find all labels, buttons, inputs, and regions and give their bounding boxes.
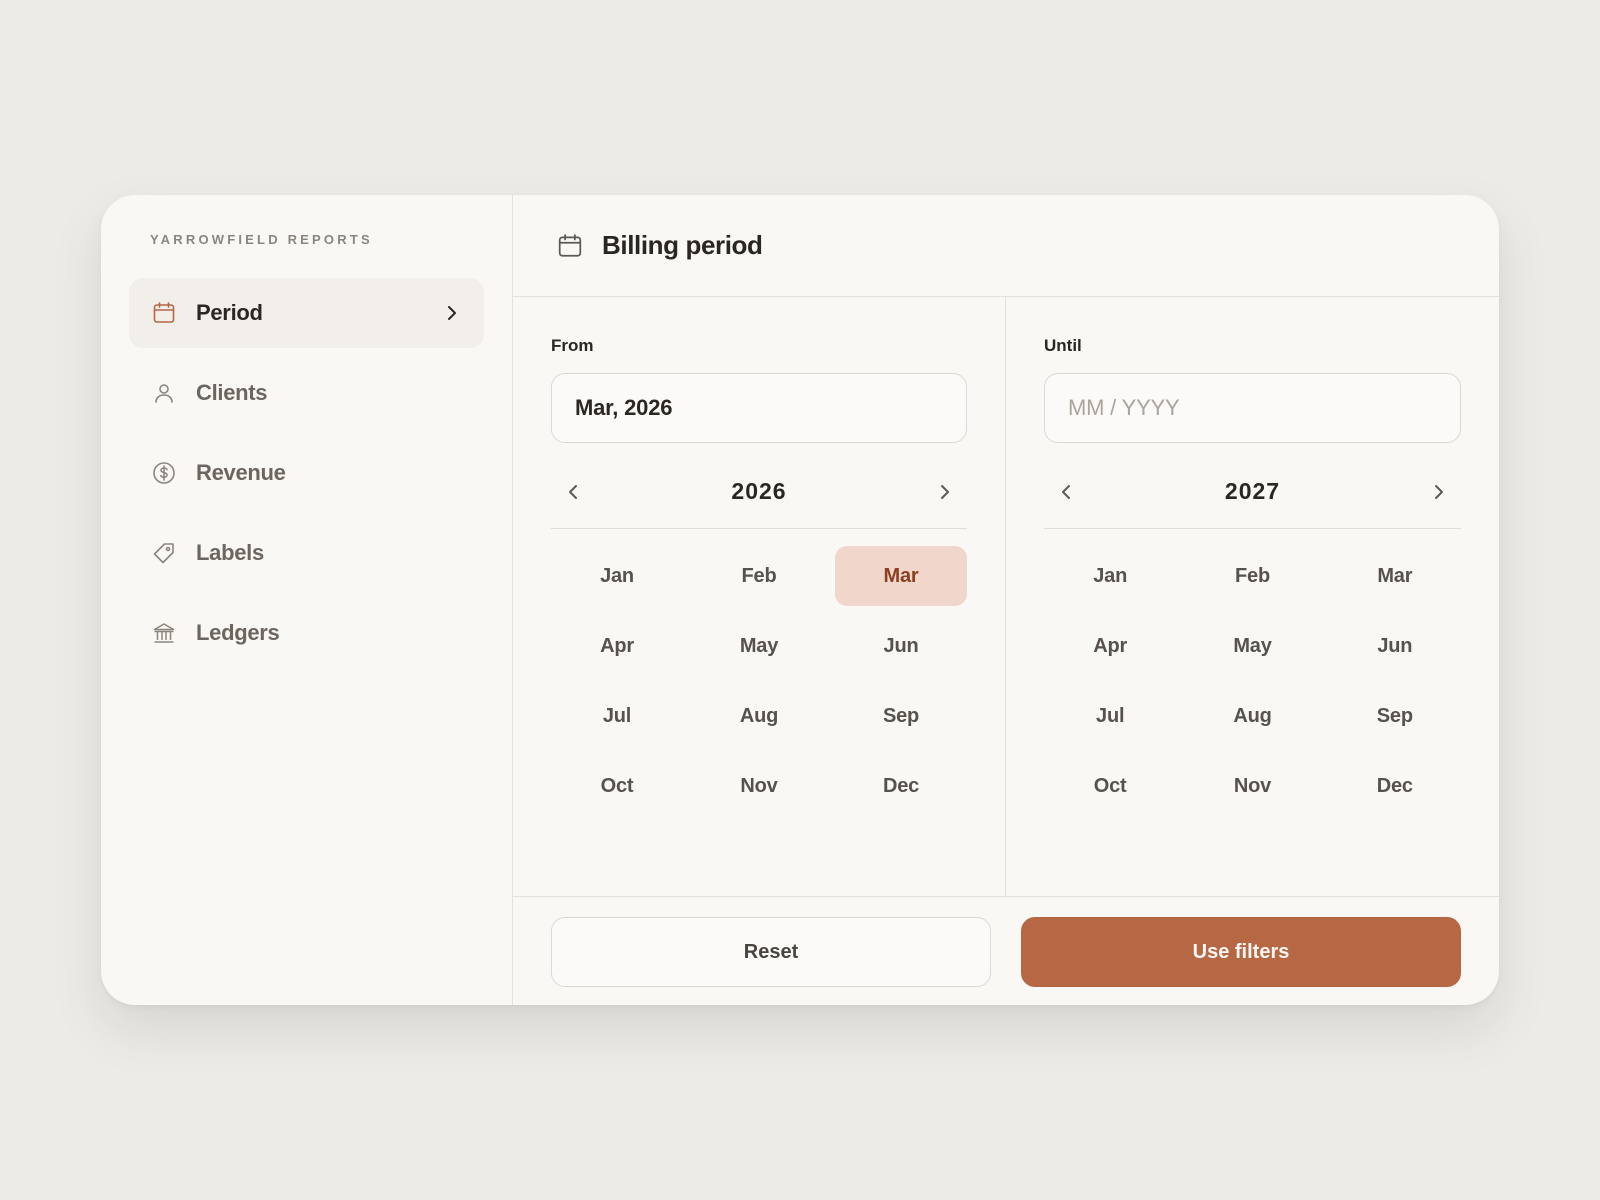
- chevron-left-icon: [569, 484, 577, 499]
- dollar-icon: [151, 460, 177, 486]
- sidebar-item-period[interactable]: Period: [129, 278, 484, 348]
- from-year-nav: 2026: [551, 465, 967, 529]
- until-year: 2027: [1224, 478, 1281, 504]
- prev-year-button[interactable]: [557, 476, 589, 508]
- sidebar-item-label: Revenue: [196, 460, 286, 485]
- from-input[interactable]: [551, 373, 967, 443]
- until-month-jan[interactable]: Jan: [1044, 546, 1176, 606]
- until-pane: Until 2027 JanFebMar AprMayJun JulAugSep Oc…: [1006, 297, 1499, 896]
- sidebar-item-labels[interactable]: Labels: [129, 518, 484, 588]
- sidebar-item-label: Clients: [196, 380, 268, 405]
- panel-footer: Reset Use filters: [513, 897, 1499, 987]
- from-pane: From 2026 JanFebMar AprMayJun JulAugSep Oct…: [513, 297, 1006, 896]
- from-month-grid: Jan Feb Mar Apr May Jun Jul Aug Sep Oct Nov Dec: [551, 546, 967, 816]
- until-input[interactable]: [1044, 373, 1461, 443]
- sidebar-item-clients[interactable]: Clients: [129, 358, 484, 428]
- sidebar: YARROWFIELD REPORTS Period Clients Reven…: [101, 195, 513, 1005]
- until-month-mar[interactable]: Mar: [1329, 546, 1461, 606]
- from-month-dec[interactable]: Dec: [835, 756, 967, 816]
- from-label: From: [551, 336, 594, 355]
- from-month-jul[interactable]: Jul: [551, 686, 683, 746]
- until-month-feb[interactable]: Feb: [1186, 546, 1318, 606]
- chevron-left-icon: [1062, 484, 1070, 499]
- sidebar-item-revenue[interactable]: Revenue: [129, 438, 484, 508]
- from-month-oct[interactable]: Oct: [551, 756, 683, 816]
- reset-button[interactable]: Reset: [551, 917, 991, 987]
- from-month-may[interactable]: May: [693, 616, 825, 676]
- sidebar-item-label: Labels: [196, 540, 264, 565]
- until-year-nav: 2027: [1044, 465, 1461, 529]
- until-month-jul[interactable]: Jul: [1044, 686, 1176, 746]
- from-month-mar[interactable]: Mar: [835, 546, 967, 606]
- until-month-nov[interactable]: Nov: [1186, 756, 1318, 816]
- sidebar-item-ledgers[interactable]: Ledgers: [129, 598, 484, 668]
- filter-card: YARROWFIELD REPORTS Period Clients Reven…: [101, 195, 1499, 1005]
- until-month-may[interactable]: May: [1186, 616, 1318, 676]
- sidebar-nav: Period Clients Revenue Labels Ledgers: [129, 278, 484, 668]
- until-month-oct[interactable]: Oct: [1044, 756, 1176, 816]
- calendar-icon: [557, 233, 583, 259]
- tag-icon: [151, 540, 177, 566]
- until-month-jun[interactable]: Jun: [1329, 616, 1461, 676]
- from-month-jan[interactable]: Jan: [551, 546, 683, 606]
- until-month-apr[interactable]: Apr: [1044, 616, 1176, 676]
- chevron-right-icon: [940, 484, 949, 499]
- sidebar-item-label: Ledgers: [196, 620, 280, 645]
- from-year: 2026: [731, 478, 787, 504]
- until-month-grid: Jan Feb Mar Apr May Jun Jul Aug Sep Oct Nov Dec: [1044, 546, 1461, 816]
- next-year-button[interactable]: [929, 476, 961, 508]
- from-month-aug[interactable]: Aug: [693, 686, 825, 746]
- panel-header: Billing period: [513, 195, 1499, 297]
- until-month-aug[interactable]: Aug: [1186, 686, 1318, 746]
- from-month-nov[interactable]: Nov: [693, 756, 825, 816]
- chevron-right-icon: [1434, 484, 1443, 499]
- until-month-dec[interactable]: Dec: [1329, 756, 1461, 816]
- from-month-apr[interactable]: Apr: [551, 616, 683, 676]
- bank-icon: [151, 620, 177, 646]
- use-filters-button[interactable]: Use filters: [1021, 917, 1461, 987]
- from-month-jun[interactable]: Jun: [835, 616, 967, 676]
- until-label: Until: [1044, 336, 1082, 355]
- sidebar-item-label: Period: [196, 300, 263, 325]
- date-range-panes: From 2026 JanFebMarAprMayJunJulAugSepOct…: [513, 297, 1499, 897]
- from-month-sep[interactable]: Sep: [835, 686, 967, 746]
- main-panel: Billing period From 2026 JanFebMarAprMay…: [513, 195, 1499, 1005]
- calendar-icon: [151, 300, 177, 326]
- prev-year-button[interactable]: [1050, 476, 1082, 508]
- next-year-button[interactable]: [1423, 476, 1455, 508]
- user-icon: [151, 380, 177, 406]
- until-month-sep[interactable]: Sep: [1329, 686, 1461, 746]
- page-title: Billing period: [602, 230, 763, 260]
- chevron-right-icon: [442, 303, 462, 323]
- from-month-feb[interactable]: Feb: [693, 546, 825, 606]
- brand-label: YARROWFIELD REPORTS: [150, 232, 373, 247]
